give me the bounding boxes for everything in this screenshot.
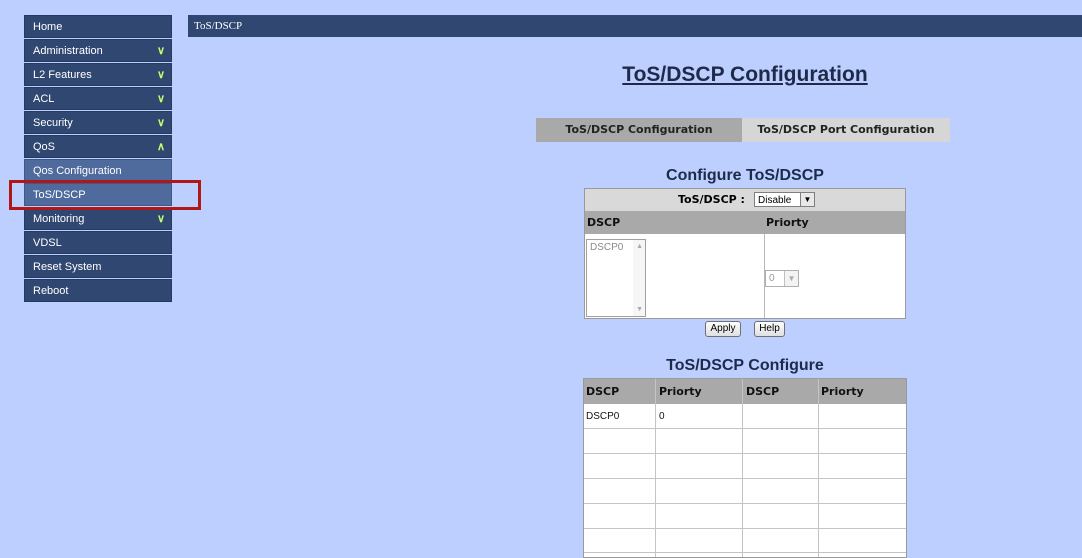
chevron-down-icon: ∨: [156, 213, 165, 225]
sidebar-item-label: Administration: [33, 45, 103, 57]
col-priority-header: Priorty: [766, 216, 809, 229]
scroll-down-icon[interactable]: ▼: [636, 306, 643, 313]
table-cell-priority: 0: [659, 411, 665, 422]
chevron-down-icon: ∨: [156, 45, 165, 57]
sidebar-item-label: QoS: [33, 141, 56, 153]
col-dscp-header: DSCP: [586, 385, 620, 398]
mode-row: ToS/DSCP : Disable ▼: [585, 189, 905, 211]
table-cell-dscp: DSCP0: [586, 411, 620, 422]
chevron-down-icon: ∨: [156, 93, 165, 105]
row-divider: [584, 528, 906, 529]
scroll-up-icon[interactable]: ▲: [636, 243, 643, 250]
sidebar-item-reset-system[interactable]: Reset System: [24, 255, 172, 278]
sidebar-item-qos[interactable]: QoS ∧: [24, 135, 172, 158]
column-divider: [655, 379, 656, 557]
sidebar-item-home[interactable]: Home: [24, 15, 172, 38]
row-divider: [584, 503, 906, 504]
sidebar-item-reboot[interactable]: Reboot: [24, 279, 172, 302]
sidebar-item-label: L2 Features: [33, 69, 92, 81]
configure-panel: ToS/DSCP : Disable ▼ DSCP Priorty DSCP0 …: [584, 188, 906, 319]
sidebar-item-label: ACL: [33, 93, 55, 105]
chevron-down-icon: ▼: [784, 271, 798, 286]
breadcrumb-text: ToS/DSCP: [194, 20, 243, 32]
chevron-up-icon: ∧: [156, 141, 165, 153]
sidebar-item-label: Home: [33, 21, 63, 33]
sidebar-item-label: VDSL: [33, 237, 62, 249]
tab-bar: ToS/DSCP Configuration ToS/DSCP Port Con…: [536, 118, 950, 142]
page: Home Administration ∨ L2 Features ∨ ACL ∨ S…: [0, 0, 1082, 558]
sidebar-item-label: Security: [33, 117, 73, 129]
sidebar-item-security[interactable]: Security ∨: [24, 111, 172, 134]
sidebar-item-qos-configuration[interactable]: Qos Configuration: [24, 159, 172, 182]
sidebar-item-monitoring[interactable]: Monitoring ∨: [24, 207, 172, 230]
col-dscp-header: DSCP: [587, 216, 621, 229]
configure-header-row: DSCP Priorty: [585, 211, 905, 234]
priority-select-value: 0: [769, 273, 775, 284]
sidebar-item-vdsl[interactable]: VDSL: [24, 231, 172, 254]
breadcrumb: ToS/DSCP: [188, 15, 1082, 37]
chevron-down-icon: ∨: [156, 69, 165, 81]
sidebar-item-acl[interactable]: ACL ∨: [24, 87, 172, 110]
apply-button[interactable]: Apply: [705, 321, 741, 337]
sidebar-item-label: Reboot: [33, 285, 69, 297]
row-divider: [584, 552, 906, 553]
col-priority-header: Priorty: [821, 385, 864, 398]
sidebar-item-administration[interactable]: Administration ∨: [24, 39, 172, 62]
selection-highlight: [9, 180, 201, 210]
priority-select[interactable]: 0 ▼: [765, 270, 799, 287]
mode-label: ToS/DSCP :: [678, 193, 745, 206]
page-title: ToS/DSCP Configuration: [622, 63, 868, 86]
help-button[interactable]: Help: [754, 321, 785, 337]
tab-tos-dscp-port-configuration[interactable]: ToS/DSCP Port Configuration: [742, 118, 950, 142]
scrollbar[interactable]: [633, 240, 645, 316]
sidebar-item-l2-features[interactable]: L2 Features ∨: [24, 63, 172, 86]
content-frame: Home Administration ∨ L2 Features ∨ ACL ∨ S…: [0, 0, 1082, 558]
row-divider: [584, 453, 906, 454]
table-header-row: DSCP Priorty DSCP Priorty: [584, 379, 906, 404]
row-divider: [584, 478, 906, 479]
column-divider: [818, 379, 819, 557]
list-item[interactable]: DSCP0: [590, 242, 623, 253]
mode-select[interactable]: Disable ▼: [754, 192, 815, 207]
col-priority-header: Priorty: [659, 385, 702, 398]
row-divider: [584, 428, 906, 429]
sidebar-item-label: Monitoring: [33, 213, 85, 225]
sidebar-item-label: Reset System: [33, 261, 102, 273]
tos-dscp-table: DSCP Priorty DSCP Priorty DSCP0 0: [583, 378, 907, 558]
configure-section-title: Configure ToS/DSCP: [666, 167, 824, 184]
dscp-listbox[interactable]: DSCP0 ▲ ▼: [586, 239, 646, 317]
chevron-down-icon: ▼: [800, 193, 814, 206]
tab-tos-dscp-configuration[interactable]: ToS/DSCP Configuration: [536, 118, 742, 142]
mode-select-value: Disable: [758, 195, 792, 206]
col-dscp-header: DSCP: [746, 385, 780, 398]
sidebar-item-label: Qos Configuration: [33, 165, 122, 177]
column-divider: [742, 379, 743, 557]
chevron-down-icon: ∨: [156, 117, 165, 129]
sidebar: Home Administration ∨ L2 Features ∨ ACL ∨ S…: [24, 15, 172, 303]
table-section-title: ToS/DSCP Configure: [666, 357, 824, 374]
